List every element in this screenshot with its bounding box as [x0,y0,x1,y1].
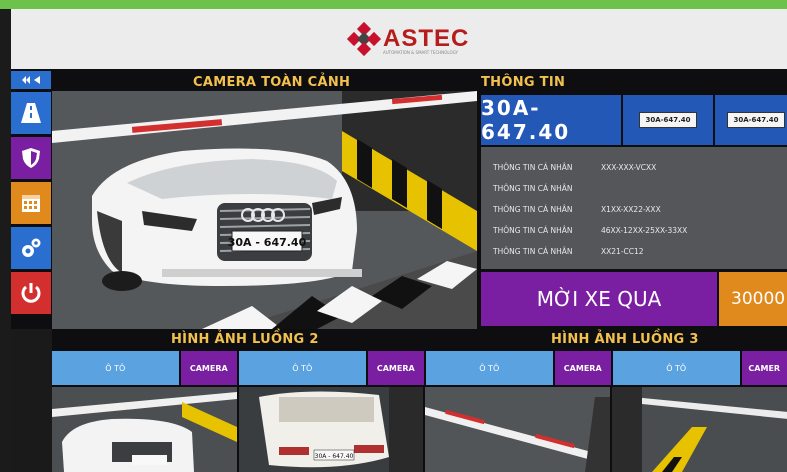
lane-buttons-row: Ô TÔ CAMERA Ô TÔ CAMERA Ô TÔ CAMERA Ô TÔ… [52,351,787,385]
sidebar-calendar-button[interactable] [11,182,51,224]
logo-mark-icon [346,21,382,57]
thumbnail-plate: 30A - 647.40 [314,453,353,460]
lane-car-button[interactable]: Ô TÔ [425,351,553,385]
info-label: THÔNG TIN CÁ NHÂN [493,226,573,235]
double-arrow-left-icon [22,76,30,84]
info-label: THÔNG TIN CÁ NHÂN [493,163,573,172]
info-row: THÔNG TIN CÁ NHÂN XXX-XXX-VCXX [493,157,775,178]
lane-thumbnail[interactable]: 30A - 647.40 [238,387,423,472]
sidebar-collapse-button[interactable] [11,71,51,89]
camera-main-title: CAMERA TOÀN CẢNH [193,75,351,90]
arrow-left-icon [34,76,40,84]
sidebar-settings-button[interactable] [11,227,51,269]
sidebar-security-button[interactable] [11,137,51,179]
parking-screen: ASTEC AUTOMATION & SMART TECHNOLOGY CAME… [11,9,787,472]
info-row: THÔNG TIN CÁ NHÂN [493,178,775,199]
lane-camera-button[interactable]: CAMERA [554,351,611,385]
info-value: 46XX-12XX-25XX-33XX [601,226,688,235]
lane-thumbnail[interactable] [425,387,610,472]
info-row: THÔNG TIN CÁ NHÂN X1XX-XX22-XXX [493,199,775,220]
power-icon [21,283,41,303]
lane-3-title: HÌNH ẢNH LUỒNG 3 [551,332,699,347]
lane-car-button[interactable]: Ô TÔ [238,351,366,385]
info-value: XX21-CC12 [601,247,644,256]
info-details-box: THÔNG TIN CÁ NHÂN XXX-XXX-VCXX THÔNG TIN… [481,147,787,269]
left-bezel [0,9,11,472]
astec-logo: ASTEC AUTOMATION & SMART TECHNOLOGY [346,17,470,61]
sidebar-power-button[interactable] [11,272,51,314]
plate-crop-1: 30A-647.40 [623,95,713,145]
welcome-message-button[interactable]: MỜI XE QUA [481,272,717,326]
app-header: ASTEC AUTOMATION & SMART TECHNOLOGY [11,9,787,69]
lane-camera-button[interactable]: CAMERA [367,351,424,385]
lane-thumbnails: 30A - 647.40 [52,387,787,472]
plate-crop-2: 30A-647.40 [715,95,787,145]
camera-main-plate: 30A - 647.40 [228,236,307,249]
lane-2-title: HÌNH ẢNH LUỒNG 2 [171,332,319,347]
info-row: THÔNG TIN CÁ NHÂN XX21-CC12 [493,241,775,262]
lane-thumbnail-image [52,387,237,472]
lane-thumbnail-image: 30A - 647.40 [238,387,423,472]
plate-crop-2-text: 30A-647.40 [727,112,785,128]
plate-number-display: 30A-647.40 [481,95,621,145]
shield-icon [22,148,40,168]
plate-crop-1-text: 30A-647.40 [639,112,697,128]
calendar-icon [22,195,40,212]
lane-car-button[interactable]: Ô TÔ [612,351,740,385]
info-label: THÔNG TIN CÁ NHÂN [493,184,573,193]
lane-thumbnail-image [425,387,610,472]
lane-camera-button[interactable]: CAMER [741,351,787,385]
info-value: X1XX-XX22-XXX [601,205,661,214]
info-value: XXX-XXX-VCXX [601,163,657,172]
info-label: THÔNG TIN CÁ NHÂN [493,205,573,214]
sidebar-bottom-panel [11,329,52,472]
gears-icon [22,238,41,257]
sidebar-road-button[interactable] [11,92,51,134]
logo-subtitle: AUTOMATION & SMART TECHNOLOGY [383,50,458,55]
camera-main-view: 30A - 647.40 [52,91,477,329]
info-title: THÔNG TIN [481,75,566,90]
top-accent-bar [0,0,787,9]
camera-main-image: 30A - 647.40 [52,91,477,329]
info-row: THÔNG TIN CÁ NHÂN 46XX-12XX-25XX-33XX [493,220,775,241]
lane-car-button[interactable]: Ô TÔ [52,351,179,385]
road-icon [21,103,41,123]
info-label: THÔNG TIN CÁ NHÂN [493,247,573,256]
logo-text: ASTEC [383,25,470,52]
lane-thumbnail-image [611,387,787,472]
sidebar [11,71,51,331]
lane-thumbnail[interactable] [52,387,237,472]
lane-camera-button[interactable]: CAMERA [180,351,237,385]
fee-amount: 30000 [719,272,787,326]
lane-thumbnail[interactable] [611,387,787,472]
